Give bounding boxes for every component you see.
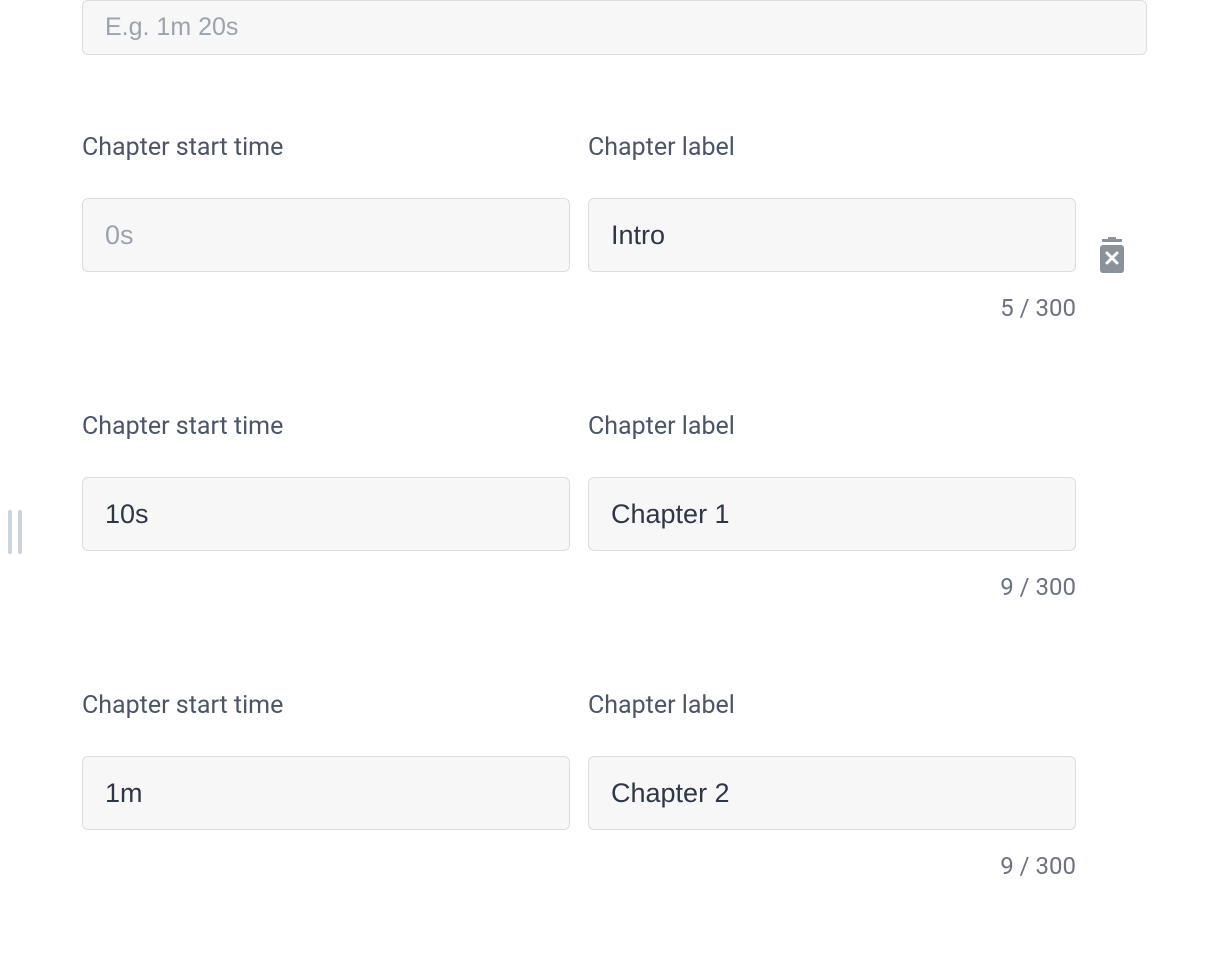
char-counter: 5 / 300 — [82, 294, 1076, 322]
drag-handle-bar-icon — [8, 510, 12, 554]
start-time-label: Chapter start time — [82, 133, 570, 162]
char-counter: 9 / 300 — [82, 852, 1076, 880]
chapter-label-label: Chapter label — [588, 133, 1076, 162]
drag-handle[interactable] — [8, 510, 26, 554]
chapters-editor: Chapter start time Chapter label 5 / 300 — [0, 0, 1230, 880]
chapter-label-label: Chapter label — [588, 412, 1076, 441]
example-time-input[interactable] — [82, 0, 1147, 55]
chapter-start-time-input[interactable] — [82, 198, 570, 272]
chapter-label-input[interactable] — [588, 756, 1076, 830]
chapter-label-input[interactable] — [588, 198, 1076, 272]
chapter-label-input[interactable] — [588, 477, 1076, 551]
chapter-row: Chapter start time Chapter label 9 / 300 — [82, 412, 1147, 601]
chapter-row: Chapter start time Chapter label 9 / 300 — [82, 691, 1147, 880]
chapter-label-label: Chapter label — [588, 691, 1076, 720]
start-time-label: Chapter start time — [82, 691, 570, 720]
chapter-start-time-input[interactable] — [82, 477, 570, 551]
drag-handle-bar-icon — [18, 510, 22, 554]
char-counter: 9 / 300 — [82, 573, 1076, 601]
chapter-start-time-input[interactable] — [82, 756, 570, 830]
start-time-label: Chapter start time — [82, 412, 570, 441]
trash-icon — [1098, 237, 1126, 275]
chapter-rows: Chapter start time Chapter label 5 / 300 — [0, 133, 1230, 880]
chapter-row: Chapter start time Chapter label 5 / 300 — [82, 133, 1147, 322]
top-input-row — [0, 0, 1230, 55]
delete-chapter-button[interactable] — [1098, 237, 1126, 279]
